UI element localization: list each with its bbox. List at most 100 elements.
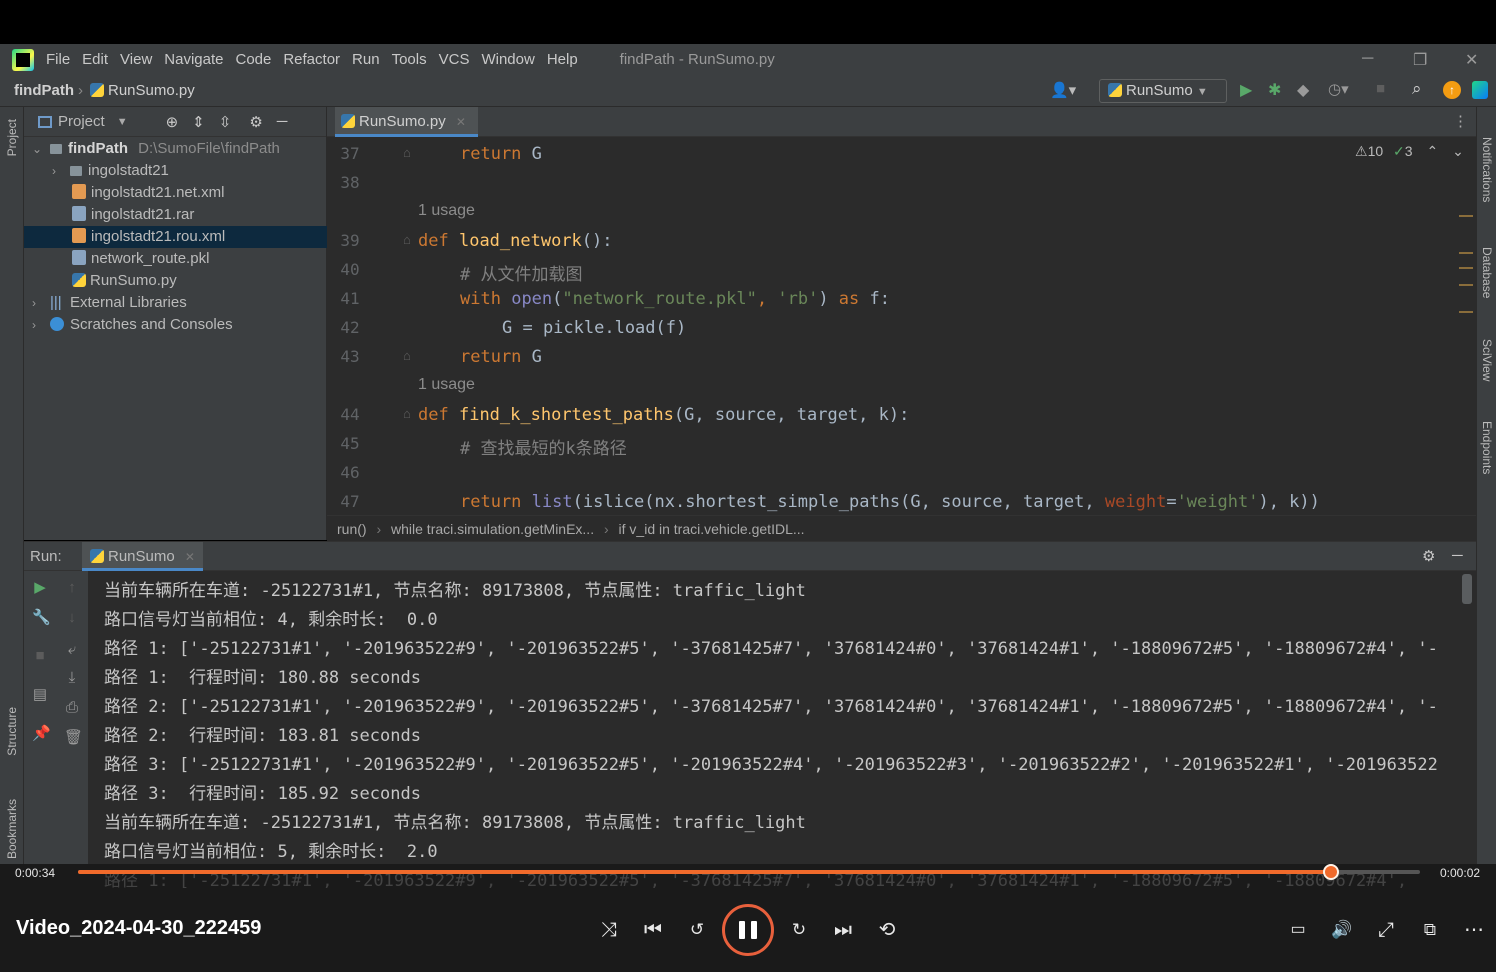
stop-icon[interactable]: ■ — [32, 648, 48, 663]
shuffle-icon[interactable]: ⤨ — [596, 917, 622, 943]
console-line[interactable]: 路径 2: ['-25122731#1', '-201963522#9', '-… — [104, 692, 1476, 717]
menu-view[interactable]: View — [120, 51, 152, 68]
code-line-40-comment[interactable]: # 从文件加载图 — [460, 260, 582, 285]
tab-close-icon[interactable]: ✕ — [456, 115, 466, 129]
settings-gear-icon[interactable]: ⚙ — [1422, 547, 1435, 565]
inspection-widget[interactable]: ⚠10 ✓3 ⌃ ⌄ — [1355, 143, 1464, 160]
expand-all-icon[interactable]: ⇕ — [192, 113, 205, 131]
print-icon[interactable]: ⎙ — [64, 700, 80, 715]
scroll-down-icon[interactable]: ↓ — [64, 610, 80, 625]
forward-30-icon[interactable]: ↻ — [786, 917, 812, 943]
minimize-icon[interactable]: ─ — [1362, 50, 1373, 68]
console-line[interactable]: 路口信号灯当前相位: 5, 剩余时长: 2.0 — [104, 837, 438, 862]
usage-hint[interactable]: 1 usage — [418, 376, 475, 394]
menu-code[interactable]: Code — [235, 51, 271, 68]
breadcrumb-while[interactable]: while traci.simulation.getMinEx... — [391, 521, 594, 537]
database-tool-tab[interactable]: Database — [1480, 247, 1494, 298]
restore-icon[interactable]: ❐ — [1413, 50, 1427, 70]
code-line-47[interactable]: return list(islice(nx.shortest_simple_pa… — [460, 492, 1320, 512]
captions-icon[interactable]: ▭ — [1285, 917, 1311, 943]
coverage-icon[interactable]: ◆ — [1297, 80, 1309, 100]
rerun-icon[interactable]: ▶ — [32, 580, 48, 595]
project-tool-tab[interactable]: Project — [5, 119, 19, 156]
breadcrumb-file[interactable]: RunSumo.py — [90, 82, 195, 99]
collapse-all-icon[interactable]: ⇳ — [219, 113, 232, 131]
previous-icon[interactable]: ⏮ — [640, 917, 666, 943]
tree-item-external-libraries[interactable]: › ||| External Libraries — [24, 292, 327, 314]
next-problem-icon[interactable]: ⌄ — [1452, 143, 1464, 159]
scroll-to-end-icon[interactable]: ⤓ — [64, 670, 80, 685]
hide-panel-icon[interactable]: ─ — [1452, 547, 1463, 564]
volume-icon[interactable]: 🔊 — [1329, 917, 1355, 943]
run-icon[interactable]: ▶ — [1240, 80, 1252, 100]
project-panel-title[interactable]: Project — [58, 113, 105, 130]
view-dropdown-icon[interactable]: ▼ — [117, 116, 128, 128]
console-line[interactable]: 路径 3: ['-25122731#1', '-201963522#9', '-… — [104, 750, 1476, 775]
code-line-39[interactable]: def load_network(): — [418, 231, 613, 251]
console-line[interactable]: 路径 1: 行程时间: 180.88 seconds — [104, 663, 421, 688]
update-icon[interactable]: ↑ — [1443, 81, 1461, 99]
tree-item-scratches[interactable]: › Scratches and Consoles — [24, 314, 327, 336]
pause-button[interactable] — [722, 904, 774, 956]
jetbrains-ai-icon[interactable] — [1472, 81, 1488, 99]
menu-window[interactable]: Window — [481, 51, 534, 68]
console-scrollbar[interactable] — [1462, 574, 1472, 604]
menu-help[interactable]: Help — [547, 51, 578, 68]
console-line[interactable]: 路径 3: 行程时间: 185.92 seconds — [104, 779, 421, 804]
code-line-41[interactable]: with open("network_route.pkl", 'rb') as … — [460, 289, 890, 309]
close-icon[interactable]: ✕ — [1465, 50, 1478, 70]
tree-item-net-xml[interactable]: ingolstadt21.net.xml — [24, 182, 327, 204]
fold-marker-icon[interactable]: ⌂ — [403, 232, 411, 247]
user-icon[interactable]: 👤▾ — [1050, 81, 1076, 99]
run-config-selector[interactable]: RunSumo ▼ — [1099, 79, 1227, 103]
sciview-tool-tab[interactable]: SciView — [1480, 339, 1494, 381]
code-line-42[interactable]: G = pickle.load(f) — [502, 318, 686, 338]
fold-marker-icon[interactable]: ⌂ — [403, 406, 411, 421]
settings-gear-icon[interactable]: ⚙ — [249, 113, 262, 131]
console-line[interactable]: 当前车辆所在车道: -25122731#1, 节点名称: 89173808, 节… — [104, 576, 806, 601]
menu-run[interactable]: Run — [352, 51, 380, 68]
menu-tools[interactable]: Tools — [392, 51, 427, 68]
fold-marker-icon[interactable]: ⌂ — [403, 348, 411, 363]
scroll-up-icon[interactable]: ↑ — [64, 580, 80, 595]
more-options-icon[interactable]: ⋯ — [1461, 917, 1487, 943]
code-line-45-comment[interactable]: # 查找最短的k条路径 — [460, 434, 627, 459]
search-icon[interactable]: ⌕ — [1412, 79, 1422, 99]
menu-edit[interactable]: Edit — [82, 51, 108, 68]
prev-problem-icon[interactable]: ⌃ — [1426, 143, 1438, 159]
tree-item-pkl[interactable]: network_route.pkl — [24, 248, 327, 270]
trash-icon[interactable]: 🗑 — [64, 730, 83, 745]
console-line[interactable]: 路口信号灯当前相位: 4, 剩余时长: 0.0 — [104, 605, 438, 630]
tree-item-rou-xml-selected[interactable]: ingolstadt21.rou.xml — [24, 226, 327, 248]
more-options-icon[interactable]: ⋮ — [1453, 112, 1468, 130]
tree-item-ingolstadt21-folder[interactable]: › ingolstadt21 — [24, 160, 327, 182]
usage-hint[interactable]: 1 usage — [418, 202, 475, 220]
code-line-44[interactable]: def find_k_shortest_paths(G, source, tar… — [418, 405, 909, 425]
menu-navigate[interactable]: Navigate — [164, 51, 223, 68]
pin-icon[interactable]: 📌 — [32, 726, 51, 741]
run-tab-runsumo[interactable]: RunSumo ✕ — [82, 542, 203, 571]
locate-icon[interactable]: ⊕ — [166, 113, 179, 131]
endpoints-tool-tab[interactable]: Endpoints — [1480, 421, 1494, 474]
console-line[interactable]: 路径 1: ['-25122731#1', '-201963522#9', '-… — [104, 634, 1476, 659]
breadcrumb-run[interactable]: run() — [337, 521, 367, 537]
breadcrumb-if[interactable]: if v_id in traci.vehicle.getIDL... — [619, 521, 805, 537]
profile-icon[interactable]: ◷▾ — [1328, 80, 1349, 98]
mini-player-icon[interactable]: ⧉ — [1417, 917, 1443, 943]
debug-icon[interactable]: ✱ — [1268, 80, 1281, 100]
rewind-10-icon[interactable]: ↺ — [684, 917, 710, 943]
code-line-43[interactable]: return G — [460, 347, 542, 367]
next-icon[interactable]: ⏭ — [830, 917, 856, 943]
layout-icon[interactable]: ▤ — [32, 687, 48, 702]
soft-wrap-icon[interactable]: ⤶ — [64, 642, 80, 657]
console-line[interactable]: 路径 2: 行程时间: 183.81 seconds — [104, 721, 421, 746]
code-line-37[interactable]: return G — [460, 144, 542, 164]
console-line[interactable]: 当前车辆所在车道: -25122731#1, 节点名称: 89173808, 节… — [104, 808, 806, 833]
progress-bar[interactable] — [78, 864, 1420, 880]
menu-vcs[interactable]: VCS — [439, 51, 470, 68]
breadcrumb-project[interactable]: findPath — [14, 82, 74, 99]
fullscreen-icon[interactable]: ⤢ — [1373, 917, 1399, 943]
tree-item-runsumo-py[interactable]: RunSumo.py — [24, 270, 327, 292]
menu-refactor[interactable]: Refactor — [283, 51, 340, 68]
tree-root[interactable]: ⌄ findPath D:\SumoFile\findPath — [24, 138, 327, 160]
